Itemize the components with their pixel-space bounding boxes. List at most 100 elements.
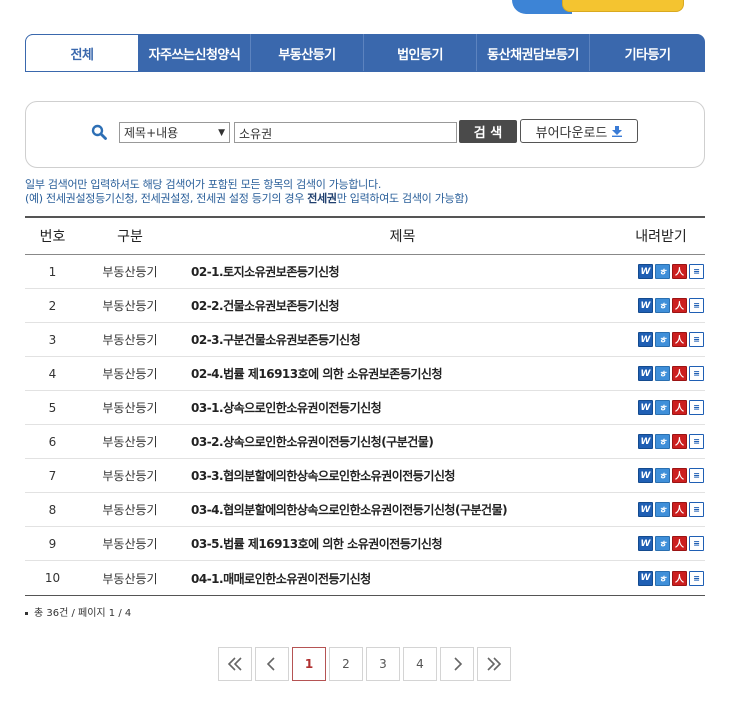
row-title-link[interactable]: 02-2.건물소유권보존등기신청 — [180, 297, 595, 314]
row-download-icons: W ㅎ人 ≡ — [595, 366, 705, 381]
text-file-icon[interactable]: ≡ — [689, 570, 704, 586]
hwp-file-icon[interactable]: ㅎ — [655, 366, 670, 381]
page-2-button[interactable]: 2 — [329, 647, 363, 681]
page-3-button[interactable]: 3 — [366, 647, 400, 681]
page-4-button[interactable]: 4 — [403, 647, 437, 681]
row-download-icons: W ㅎ人 ≡ — [595, 298, 705, 313]
pdf-file-icon[interactable]: 人 — [672, 400, 687, 415]
result-summary-text: 총 36건 / 페이지 1 / 4 — [34, 608, 132, 619]
search-icon — [91, 124, 107, 140]
notice-line-2-post: 만 입력하여도 검색이 가능함) — [336, 192, 469, 205]
table-row: 3 부동산등기 02-3.구분건물소유권보존등기신청 W ㅎ人 ≡ — [25, 323, 705, 357]
notice-line-2: (예) 전세권설정등기신청, 전세권설정, 전세권 설정 등기의 경우 전세권만… — [25, 192, 468, 206]
row-title-link[interactable]: 02-4.법률 제16913호에 의한 소유권보존등기신청 — [180, 365, 595, 382]
word-file-icon[interactable]: W — [638, 434, 653, 449]
text-file-icon[interactable]: ≡ — [689, 502, 704, 517]
row-number: 1 — [48, 264, 57, 279]
text-file-icon[interactable]: ≡ — [689, 400, 704, 415]
word-file-icon[interactable]: W — [638, 536, 653, 551]
word-file-icon[interactable]: W — [638, 366, 653, 381]
word-file-icon[interactable]: W — [638, 502, 653, 517]
pdf-file-icon[interactable]: 人 — [672, 298, 687, 313]
row-title-link[interactable]: 02-3.구분건물소유권보존등기신청 — [180, 331, 595, 348]
row-category: 부동산등기 — [102, 299, 158, 313]
tab-all[interactable]: 전체 — [25, 34, 139, 71]
pdf-file-icon[interactable]: 人 — [672, 434, 687, 449]
word-file-icon[interactable]: W — [638, 298, 653, 313]
row-title-link[interactable]: 03-2.상속으로인한소유권이전등기신청(구분건물) — [180, 433, 595, 450]
row-title-link[interactable]: 03-1.상속으로인한소유권이전등기신청 — [180, 399, 595, 416]
hwp-file-icon[interactable]: ㅎ — [655, 332, 670, 347]
word-file-icon[interactable]: W — [638, 570, 653, 586]
notice-keyword: 전세권 — [307, 192, 337, 205]
last-page-button[interactable] — [477, 647, 511, 681]
table-row: 2 부동산등기 02-2.건물소유권보존등기신청 W ㅎ人 ≡ — [25, 289, 705, 323]
header-no: 번호 — [39, 229, 66, 245]
row-category: 부동산등기 — [102, 435, 158, 449]
text-file-icon[interactable]: ≡ — [689, 264, 704, 279]
row-title-link[interactable]: 03-4.협의분할에의한상속으로인한소유권이전등기신청(구분건물) — [180, 501, 595, 518]
text-file-icon[interactable]: ≡ — [689, 298, 704, 313]
chevron-left-icon — [266, 657, 275, 671]
row-title-link[interactable]: 04-1.매매로인한소유권이전등기신청 — [180, 570, 595, 587]
hwp-file-icon[interactable]: ㅎ — [655, 400, 670, 415]
hwp-file-icon[interactable]: ㅎ — [655, 570, 670, 586]
word-file-icon[interactable]: W — [638, 400, 653, 415]
pdf-file-icon[interactable]: 人 — [672, 366, 687, 381]
row-title-link[interactable]: 03-5.법률 제16913호에 의한 소유권이전등기신청 — [180, 535, 595, 552]
table-row: 6 부동산등기 03-2.상속으로인한소유권이전등기신청(구분건물) W ㅎ人 ≡ — [25, 425, 705, 459]
search-input[interactable]: 소유권 — [234, 122, 457, 143]
tab-frequent-forms[interactable]: 자주쓰는신청양식 — [139, 34, 251, 71]
text-file-icon[interactable]: ≡ — [689, 468, 704, 483]
pdf-file-icon[interactable]: 人 — [672, 264, 687, 279]
word-file-icon[interactable]: W — [638, 468, 653, 483]
row-title-link[interactable]: 03-3.협의분할에의한상속으로인한소유권이전등기신청 — [180, 467, 595, 484]
table-row: 1 부동산등기 02-1.토지소유권보존등기신청 W ㅎ人 ≡ — [25, 255, 705, 289]
search-scope-select[interactable]: 제목+내용 ▼ — [119, 122, 230, 143]
row-download-icons: W ㅎ人 ≡ — [595, 400, 705, 415]
download-icon — [612, 125, 623, 137]
pdf-file-icon[interactable]: 人 — [672, 570, 687, 586]
next-page-button[interactable] — [440, 647, 474, 681]
pdf-file-icon[interactable]: 人 — [672, 536, 687, 551]
pdf-file-icon[interactable]: 人 — [672, 332, 687, 347]
result-summary: 총 36건 / 페이지 1 / 4 — [25, 604, 131, 619]
pdf-file-icon[interactable]: 人 — [672, 468, 687, 483]
first-page-button[interactable] — [218, 647, 252, 681]
search-button[interactable]: 검 색 — [459, 120, 517, 143]
viewer-download-button[interactable]: 뷰어다운로드 — [520, 119, 638, 143]
tab-other[interactable]: 기타등기 — [590, 34, 705, 71]
double-chevron-right-icon — [487, 657, 502, 671]
hwp-file-icon[interactable]: ㅎ — [655, 536, 670, 551]
row-category: 부동산등기 — [102, 503, 158, 517]
row-download-icons: W ㅎ人 ≡ — [595, 536, 705, 551]
tab-movable-property[interactable]: 동산채권담보등기 — [477, 34, 590, 71]
text-file-icon[interactable]: ≡ — [689, 434, 704, 449]
pdf-file-icon[interactable]: 人 — [672, 502, 687, 517]
row-category: 부동산등기 — [102, 401, 158, 415]
hwp-file-icon[interactable]: ㅎ — [655, 468, 670, 483]
text-file-icon[interactable]: ≡ — [689, 536, 704, 551]
chevron-down-icon: ▼ — [218, 127, 225, 138]
page-1-button[interactable]: 1 — [292, 647, 326, 681]
row-number: 7 — [48, 468, 57, 483]
row-download-icons: W ㅎ人 ≡ — [595, 264, 705, 279]
hwp-file-icon[interactable]: ㅎ — [655, 502, 670, 517]
header-download: 내려받기 — [635, 229, 687, 245]
row-number: 9 — [48, 536, 57, 551]
table-row: 7 부동산등기 03-3.협의분할에의한상속으로인한소유권이전등기신청 W ㅎ人 ≡ — [25, 459, 705, 493]
prev-page-button[interactable] — [255, 647, 289, 681]
row-download-icons: W ㅎ人 ≡ — [595, 332, 705, 347]
tab-corporation[interactable]: 법인등기 — [364, 34, 477, 71]
hwp-file-icon[interactable]: ㅎ — [655, 434, 670, 449]
row-title-link[interactable]: 02-1.토지소유권보존등기신청 — [180, 263, 595, 280]
hwp-file-icon[interactable]: ㅎ — [655, 298, 670, 313]
hwp-file-icon[interactable]: ㅎ — [655, 264, 670, 279]
text-file-icon[interactable]: ≡ — [689, 366, 704, 381]
word-file-icon[interactable]: W — [638, 264, 653, 279]
word-file-icon[interactable]: W — [638, 332, 653, 347]
tab-real-estate[interactable]: 부동산등기 — [251, 34, 364, 71]
bullet-icon — [25, 611, 28, 615]
text-file-icon[interactable]: ≡ — [689, 332, 704, 347]
row-number: 3 — [48, 332, 57, 347]
